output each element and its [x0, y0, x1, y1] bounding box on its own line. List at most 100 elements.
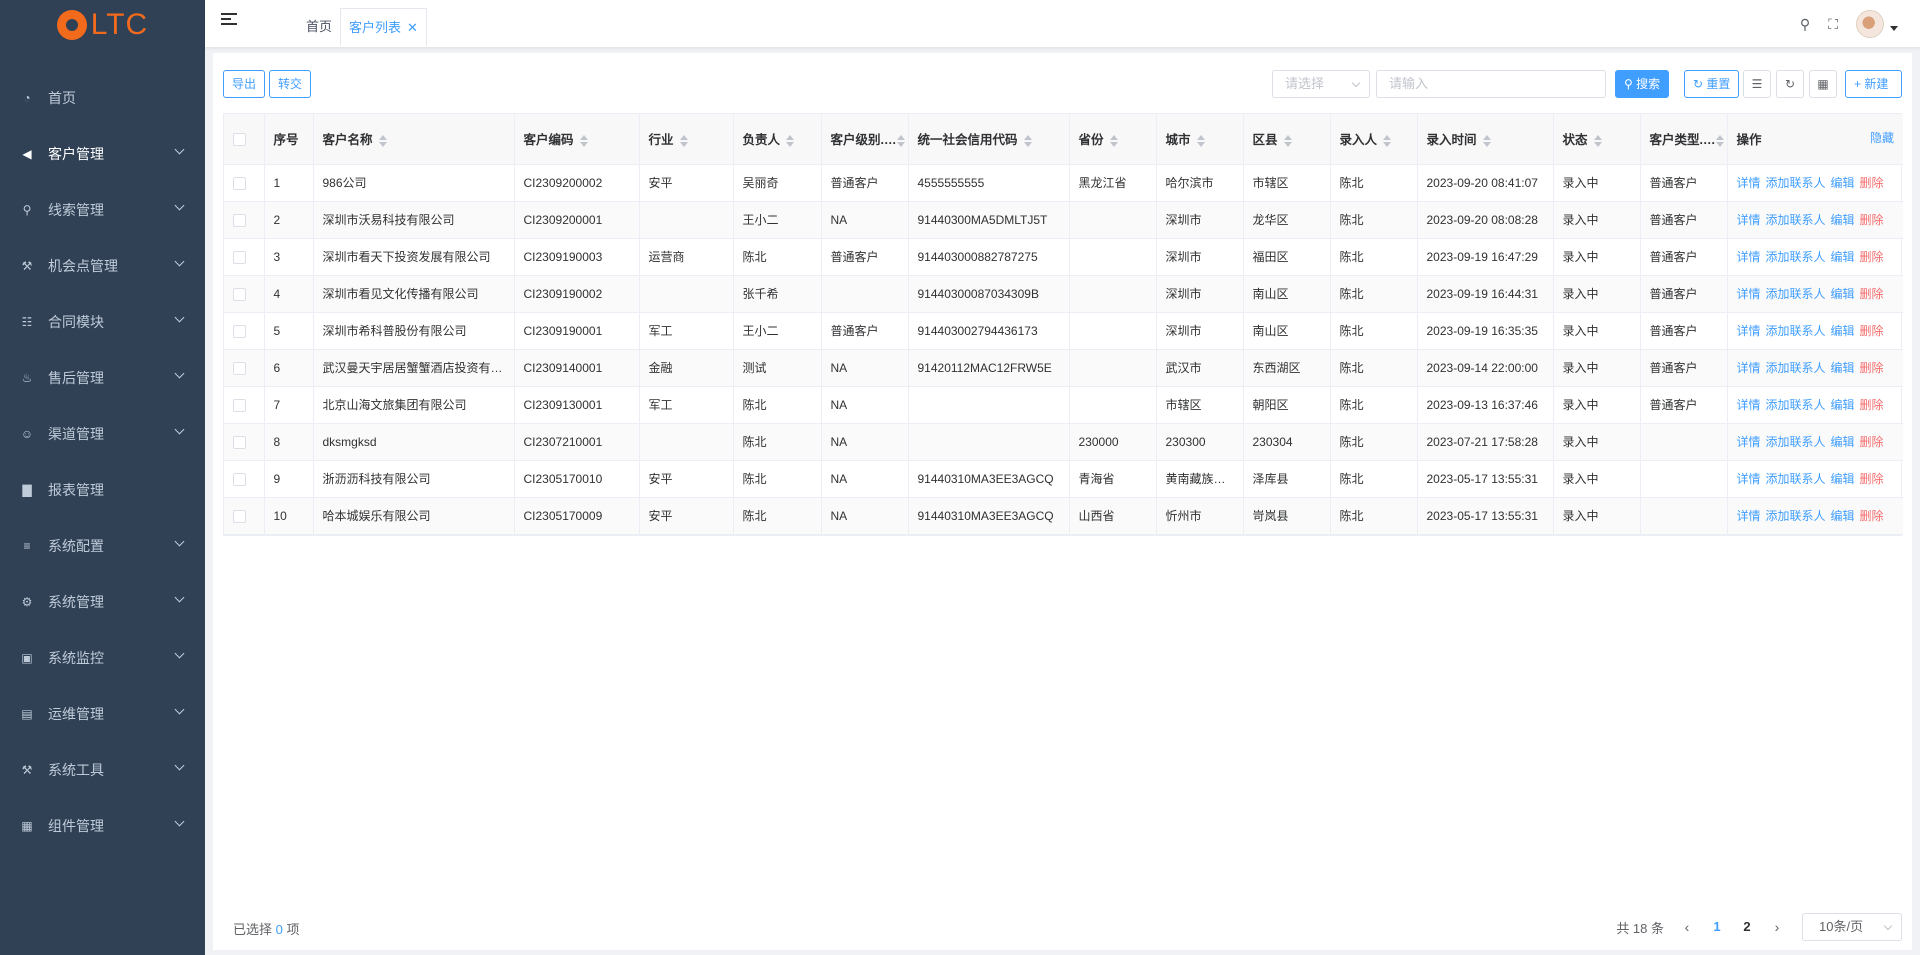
column-header[interactable]: 统一社会信用代码 [908, 114, 1070, 165]
column-header[interactable]: 客户名称 [313, 114, 515, 165]
column-header[interactable]: 客户类型... [1640, 114, 1728, 165]
column-header[interactable]: 城市 [1156, 114, 1244, 165]
sidebar-item-11[interactable]: ▤ 运维管理 [0, 686, 205, 742]
row-checkbox[interactable] [233, 435, 246, 449]
row-checkbox[interactable] [233, 250, 246, 264]
table-row[interactable]: 9 浙沥沥科技有限公司 CI2305170010 安平 陈北 NA 91440310MA3E… [224, 460, 1903, 498]
add-contact-link[interactable]: 添加联系人 [1766, 324, 1826, 338]
row-checkbox[interactable] [233, 176, 246, 190]
search-input[interactable]: 请输入 [1376, 70, 1606, 98]
sidebar-item-9[interactable]: ⚙ 系统管理 [0, 574, 205, 630]
caret-down-icon[interactable] [1890, 25, 1898, 31]
column-header[interactable]: 行业 [639, 114, 734, 165]
grid-icon[interactable]: ▦ [1809, 70, 1837, 98]
sidebar-item-13[interactable]: ▦ 组件管理 [0, 798, 205, 854]
sort-icon[interactable] [1109, 134, 1118, 147]
sort-icon[interactable] [679, 134, 688, 147]
reset-button[interactable]: ↻ 重置 [1684, 70, 1740, 98]
column-header[interactable]: 客户编码 [514, 114, 640, 165]
new-button[interactable]: + 新建 [1845, 70, 1902, 98]
delete-link[interactable]: 删除 [1860, 213, 1884, 227]
hide-columns-link[interactable]: 隐藏 [1870, 129, 1894, 146]
row-checkbox[interactable] [233, 361, 246, 375]
sidebar-item-5[interactable]: ♨ 售后管理 [0, 350, 205, 406]
delete-link[interactable]: 删除 [1860, 435, 1884, 449]
edit-link[interactable]: 编辑 [1831, 509, 1855, 523]
sidebar-item-10[interactable]: ▣ 系统监控 [0, 630, 205, 686]
table-row[interactable]: 8 dksmgksd CI2307210001 陈北 NA 230000 230300 230… [224, 423, 1903, 461]
sort-icon[interactable] [1482, 134, 1491, 147]
chevron-left-icon[interactable]: ‹ [1672, 919, 1702, 935]
detail-link[interactable]: 详情 [1737, 213, 1761, 227]
sidebar-item-3[interactable]: ⚒ 机会点管理 [0, 238, 205, 294]
row-checkbox[interactable] [233, 509, 246, 523]
hamburger-icon[interactable] [221, 13, 237, 29]
sort-icon[interactable] [579, 134, 588, 147]
filter-select[interactable]: 请选择 [1272, 70, 1370, 98]
sort-icon[interactable] [1196, 134, 1205, 147]
delete-link[interactable]: 删除 [1860, 287, 1884, 301]
delete-link[interactable]: 删除 [1860, 176, 1884, 190]
detail-link[interactable]: 详情 [1737, 176, 1761, 190]
sidebar-item-6[interactable]: ☺ 渠道管理 [0, 406, 205, 462]
delete-link[interactable]: 删除 [1860, 509, 1884, 523]
column-header[interactable]: 录入时间 [1417, 114, 1554, 165]
add-contact-link[interactable]: 添加联系人 [1766, 472, 1826, 486]
add-contact-link[interactable]: 添加联系人 [1766, 435, 1826, 449]
edit-link[interactable]: 编辑 [1831, 250, 1855, 264]
column-header[interactable]: 序号 [264, 114, 314, 165]
detail-link[interactable]: 详情 [1737, 472, 1761, 486]
edit-link[interactable]: 编辑 [1831, 213, 1855, 227]
row-checkbox[interactable] [233, 287, 246, 301]
column-header[interactable]: 区县 [1243, 114, 1331, 165]
page-button-2[interactable]: 2 [1732, 912, 1762, 942]
transfer-button[interactable]: 转交 [269, 70, 312, 98]
add-contact-link[interactable]: 添加联系人 [1766, 361, 1826, 375]
sidebar-item-1[interactable]: ◀ 客户管理 [0, 126, 205, 182]
column-header[interactable]: 负责人 [733, 114, 822, 165]
delete-link[interactable]: 删除 [1860, 472, 1884, 486]
sort-icon[interactable] [896, 134, 905, 147]
sidebar-item-0[interactable]: ◔ 首页 [0, 70, 205, 126]
tab-home[interactable]: 首页 [298, 8, 340, 46]
sidebar-item-2[interactable]: ⚲ 线索管理 [0, 182, 205, 238]
sort-icon[interactable] [378, 134, 387, 147]
add-contact-link[interactable]: 添加联系人 [1766, 213, 1826, 227]
column-settings-icon[interactable]: ☰ [1743, 70, 1771, 98]
row-checkbox[interactable] [233, 398, 246, 412]
sidebar-item-12[interactable]: ⚒ 系统工具 [0, 742, 205, 798]
close-icon[interactable]: ✕ [407, 20, 418, 35]
edit-link[interactable]: 编辑 [1831, 398, 1855, 412]
logo[interactable]: LTC [0, 0, 205, 50]
table-row[interactable]: 7 北京山海文旅集团有限公司 CI2309130001 军工 陈北 NA 市辖区 朝阳区 陈北 2… [224, 386, 1903, 424]
column-header[interactable]: 客户级别... [821, 114, 909, 165]
table-row[interactable]: 10 哈本城娱乐有限公司 CI2305170009 安平 陈北 NA 91440310MA3… [224, 497, 1903, 535]
export-button[interactable]: 导出 [223, 70, 266, 98]
sort-icon[interactable] [1283, 134, 1292, 147]
sort-icon[interactable] [1023, 134, 1032, 147]
tab-customer-list[interactable]: 客户列表 ✕ [340, 8, 427, 46]
edit-link[interactable]: 编辑 [1831, 324, 1855, 338]
page-size-select[interactable]: 10条/页 [1802, 913, 1902, 941]
edit-link[interactable]: 编辑 [1831, 176, 1855, 190]
column-header[interactable]: 省份 [1069, 114, 1157, 165]
add-contact-link[interactable]: 添加联系人 [1766, 509, 1826, 523]
sidebar-item-8[interactable]: ≡ 系统配置 [0, 518, 205, 574]
column-header[interactable]: 操作 隐藏 [1727, 114, 1903, 165]
sort-icon[interactable] [1593, 134, 1602, 147]
table-row[interactable]: 3 深圳市看天下投资发展有限公司 CI2309190003 运营商 陈北 普通客户 9144… [224, 238, 1903, 276]
edit-link[interactable]: 编辑 [1831, 472, 1855, 486]
add-contact-link[interactable]: 添加联系人 [1766, 398, 1826, 412]
add-contact-link[interactable]: 添加联系人 [1766, 287, 1826, 301]
row-checkbox[interactable] [233, 213, 246, 227]
refresh-icon[interactable]: ↻ [1776, 70, 1804, 98]
add-contact-link[interactable]: 添加联系人 [1766, 176, 1826, 190]
column-header[interactable]: 状态 [1553, 114, 1641, 165]
search-button[interactable]: ⚲ 搜索 [1615, 70, 1670, 98]
detail-link[interactable]: 详情 [1737, 361, 1761, 375]
row-checkbox[interactable] [233, 324, 246, 338]
page-button-1[interactable]: 1 [1702, 912, 1732, 942]
sort-icon[interactable] [1715, 134, 1724, 147]
delete-link[interactable]: 删除 [1860, 361, 1884, 375]
table-row[interactable]: 5 深圳市希科普股份有限公司 CI2309190001 军工 王小二 普通客户 914403… [224, 312, 1903, 350]
